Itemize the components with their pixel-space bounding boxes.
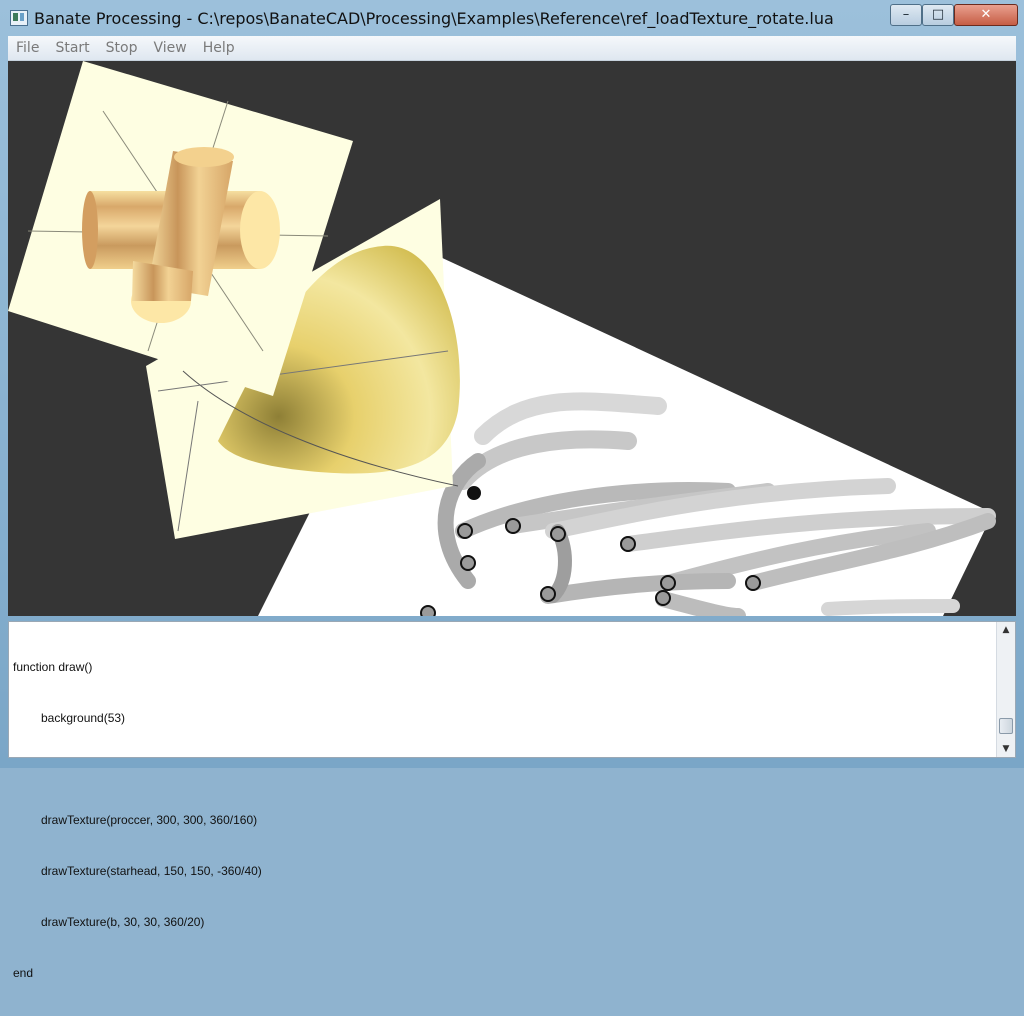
editor-scrollbar[interactable]: ▲ ▼ — [996, 622, 1015, 757]
code-line-6: drawTexture(b, 30, 30, 360/20) — [13, 914, 262, 931]
scroll-up-arrow-icon[interactable]: ▲ — [997, 622, 1015, 638]
code-line-2: background(53) — [13, 710, 262, 727]
title-bar[interactable]: Banate Processing - C:\repos\BanateCAD\P… — [0, 0, 1024, 34]
scrollbar-thumb[interactable] — [999, 718, 1013, 734]
code-line-1: function draw() — [13, 659, 262, 676]
code-editor[interactable]: function draw() background(53) drawTextu… — [8, 621, 1016, 980]
menu-stop[interactable]: Stop — [98, 36, 146, 56]
code-line-5-text: drawTexture(starhead, 150, 150, -360/40) — [41, 864, 262, 878]
code-line-7: end — [13, 965, 262, 982]
code-line-7-text: end — [13, 966, 34, 980]
app-icon — [10, 10, 28, 26]
menu-help[interactable]: Help — [195, 36, 243, 56]
code-line-5: drawTexture(starhead, 150, 150, -360/40) — [13, 863, 262, 880]
scroll-down-arrow-icon[interactable]: ▼ — [997, 741, 1015, 757]
window-title: Banate Processing - C:\repos\BanateCAD\P… — [34, 9, 834, 28]
close-button[interactable]: ✕ — [954, 4, 1018, 26]
menu-bar: File Start Stop View Help — [8, 36, 1016, 61]
code-line-4-text: drawTexture(proccer, 300, 300, 360/160) — [41, 813, 258, 827]
code-line-1-text: function draw() — [13, 660, 93, 674]
menu-file[interactable]: File — [8, 36, 47, 56]
app-window: Banate Processing - C:\repos\BanateCAD\P… — [0, 0, 1024, 980]
code-line-6-text: drawTexture(b, 30, 30, 360/20) — [41, 915, 205, 929]
render-canvas[interactable] — [8, 61, 1016, 616]
code-line-4: drawTexture(proccer, 300, 300, 360/160) — [13, 812, 262, 829]
menu-start[interactable]: Start — [47, 36, 97, 56]
render-scene — [8, 61, 996, 616]
code-text[interactable]: function draw() background(53) drawTextu… — [13, 625, 262, 1016]
maximize-button[interactable]: □ — [922, 4, 954, 26]
menu-view[interactable]: View — [145, 36, 194, 56]
code-line-2-text: background(53) — [41, 711, 126, 725]
minimize-button[interactable]: – — [890, 4, 922, 26]
